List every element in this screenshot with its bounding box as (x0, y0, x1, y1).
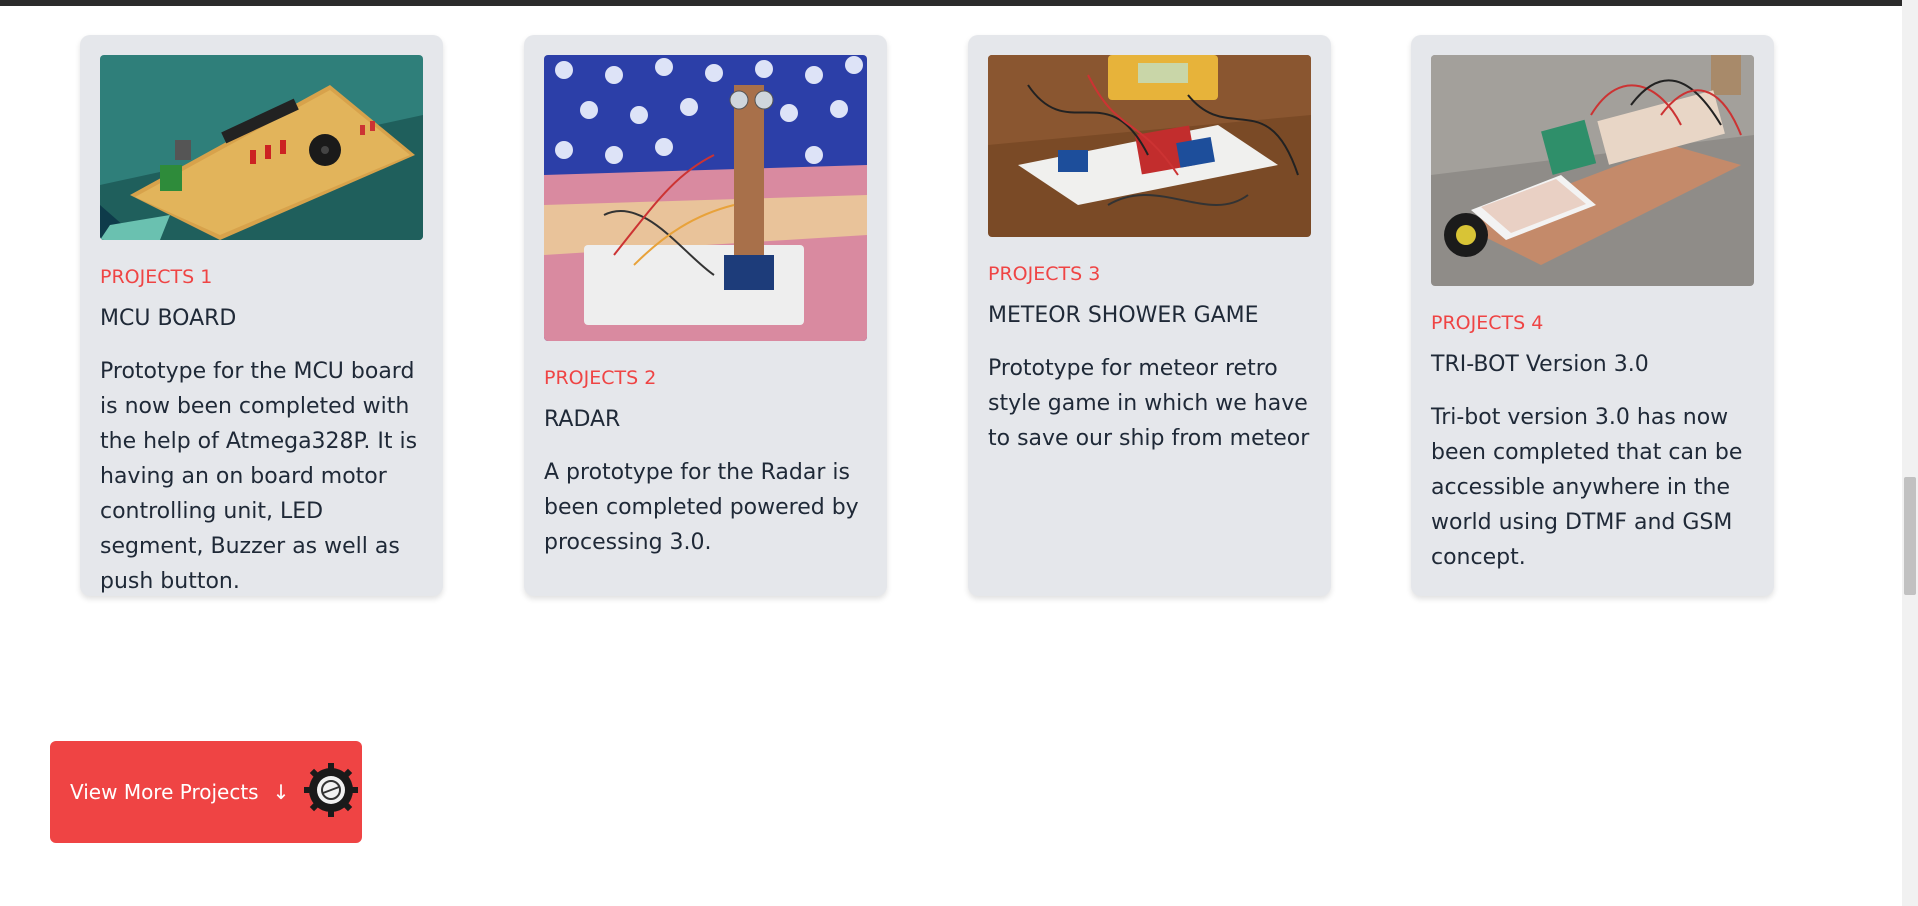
gear-logo-icon (303, 762, 359, 823)
project-image-meteor-shower-game (988, 55, 1311, 237)
view-more-projects-button[interactable]: View More Projects ↓ (50, 741, 362, 843)
project-image-mcu-board (100, 55, 423, 240)
project-card-2[interactable]: PROJECTS 2 RADAR A prototype for the Rad… (524, 35, 887, 596)
project-description: Tri-bot version 3.0 has now been complet… (1431, 405, 1743, 570)
project-description: A prototype for the Radar is been comple… (544, 460, 859, 555)
project-description: Prototype for the MCU board is now been … (100, 359, 418, 594)
view-more-projects-label: View More Projects (70, 780, 259, 804)
project-tag: PROJECTS 3 (988, 263, 1101, 285)
project-tag: PROJECTS 4 (1431, 312, 1544, 334)
project-title: TRI-BOT Version 3.0 (1431, 352, 1649, 377)
arrow-down-icon: ↓ (272, 780, 290, 804)
project-card-1[interactable]: PROJECTS 1 MCU BOARD Prototype for the M… (80, 35, 443, 596)
project-description: Prototype for meteor retro style game in… (988, 356, 1310, 451)
project-image-tri-bot (1431, 55, 1754, 286)
project-card-3[interactable]: PROJECTS 3 METEOR SHOWER GAME Prototype … (968, 35, 1331, 596)
project-title: METEOR SHOWER GAME (988, 303, 1259, 328)
scrollbar-thumb[interactable] (1904, 477, 1916, 595)
top-border (0, 0, 1918, 6)
project-title: MCU BOARD (100, 306, 237, 331)
scrollbar-track[interactable] (1902, 0, 1918, 906)
project-image-radar (544, 55, 867, 341)
project-card-4[interactable]: PROJECTS 4 TRI-BOT Version 3.0 Tri-bot v… (1411, 35, 1774, 596)
project-tag: PROJECTS 2 (544, 367, 657, 389)
project-tag: PROJECTS 1 (100, 266, 213, 288)
project-title: RADAR (544, 407, 621, 432)
